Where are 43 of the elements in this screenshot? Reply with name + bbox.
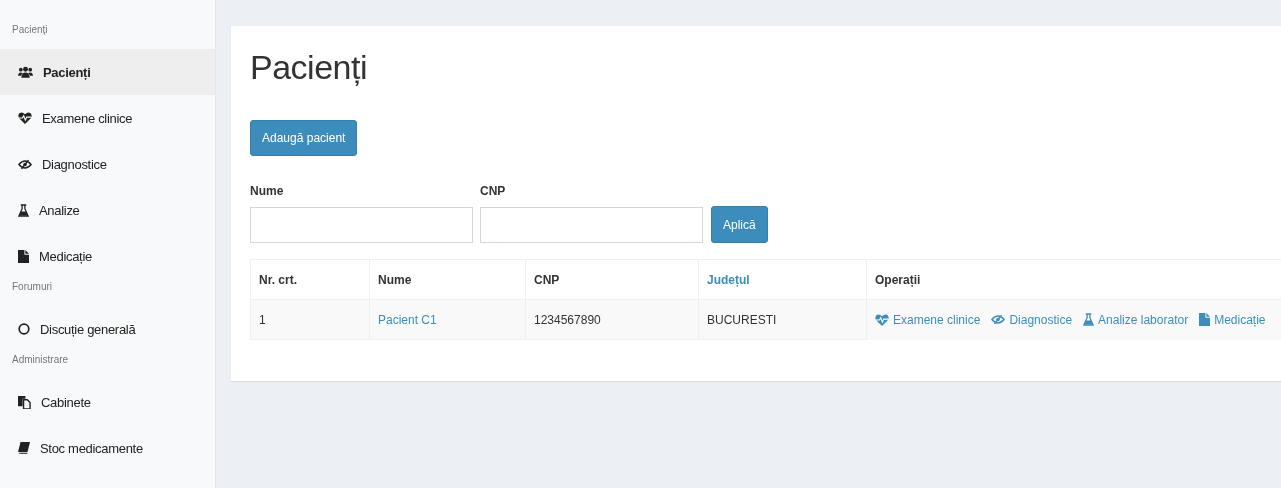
field-label: CNP	[480, 184, 507, 198]
sidebar-item[interactable]: Diagnostice	[0, 141, 215, 187]
eye-slash-icon	[18, 158, 32, 170]
column-header: CNP	[534, 272, 560, 287]
apply-button[interactable]: Aplică	[711, 206, 768, 243]
sidebar-item[interactable]: Analize	[0, 187, 215, 233]
sidebar-item[interactable]: Pacienți	[0, 49, 215, 95]
file-icon	[1199, 313, 1211, 326]
sidebar-item[interactable]: Stoc medicamente	[0, 425, 215, 471]
section-title: Forumuri	[11, 280, 53, 294]
operation-link[interactable]: Medicație	[1199, 312, 1266, 327]
operation-link[interactable]: Diagnostice	[991, 312, 1073, 327]
copy-icon	[18, 395, 31, 409]
eye-slash-icon	[991, 314, 1006, 325]
table-cell: BUCURESTI	[707, 312, 777, 327]
heartbeat-icon	[18, 112, 32, 124]
table-cell: 1234567890	[534, 312, 601, 327]
operation-link[interactable]: Examene clinice	[875, 312, 981, 327]
add-patient-button[interactable]: Adaugă pacient	[250, 120, 358, 156]
heartbeat-icon	[875, 313, 889, 326]
column-header: Nr. crt.	[259, 272, 297, 287]
users-icon	[18, 66, 33, 78]
operation-link[interactable]: Analize laborator	[1083, 312, 1189, 327]
column-header[interactable]: Județul	[707, 272, 750, 287]
section-title: Administrare	[11, 353, 70, 367]
flask-icon	[1083, 313, 1095, 326]
input-field[interactable]	[480, 207, 703, 243]
sidebar-item[interactable]: Examene clinice	[0, 95, 215, 141]
column-header: Nume	[378, 272, 412, 287]
field-label: Nume	[250, 184, 285, 198]
page-title: Pacienți	[250, 47, 368, 88]
flask-icon	[18, 203, 29, 217]
book-icon	[18, 442, 30, 454]
file-icon	[18, 249, 29, 263]
circle-icon	[18, 323, 30, 335]
sidebar-item[interactable]: Cabinete	[0, 379, 215, 425]
input-field[interactable]	[250, 207, 473, 243]
sidebar-item[interactable]: Discuție generală	[0, 306, 215, 352]
column-header: Operații	[875, 272, 921, 287]
section-title: Pacienți	[11, 23, 49, 37]
table-cell: 1	[259, 312, 266, 327]
sidebar-item[interactable]: Medicație	[0, 233, 215, 279]
patient-link[interactable]: Pacient C1	[378, 312, 437, 327]
